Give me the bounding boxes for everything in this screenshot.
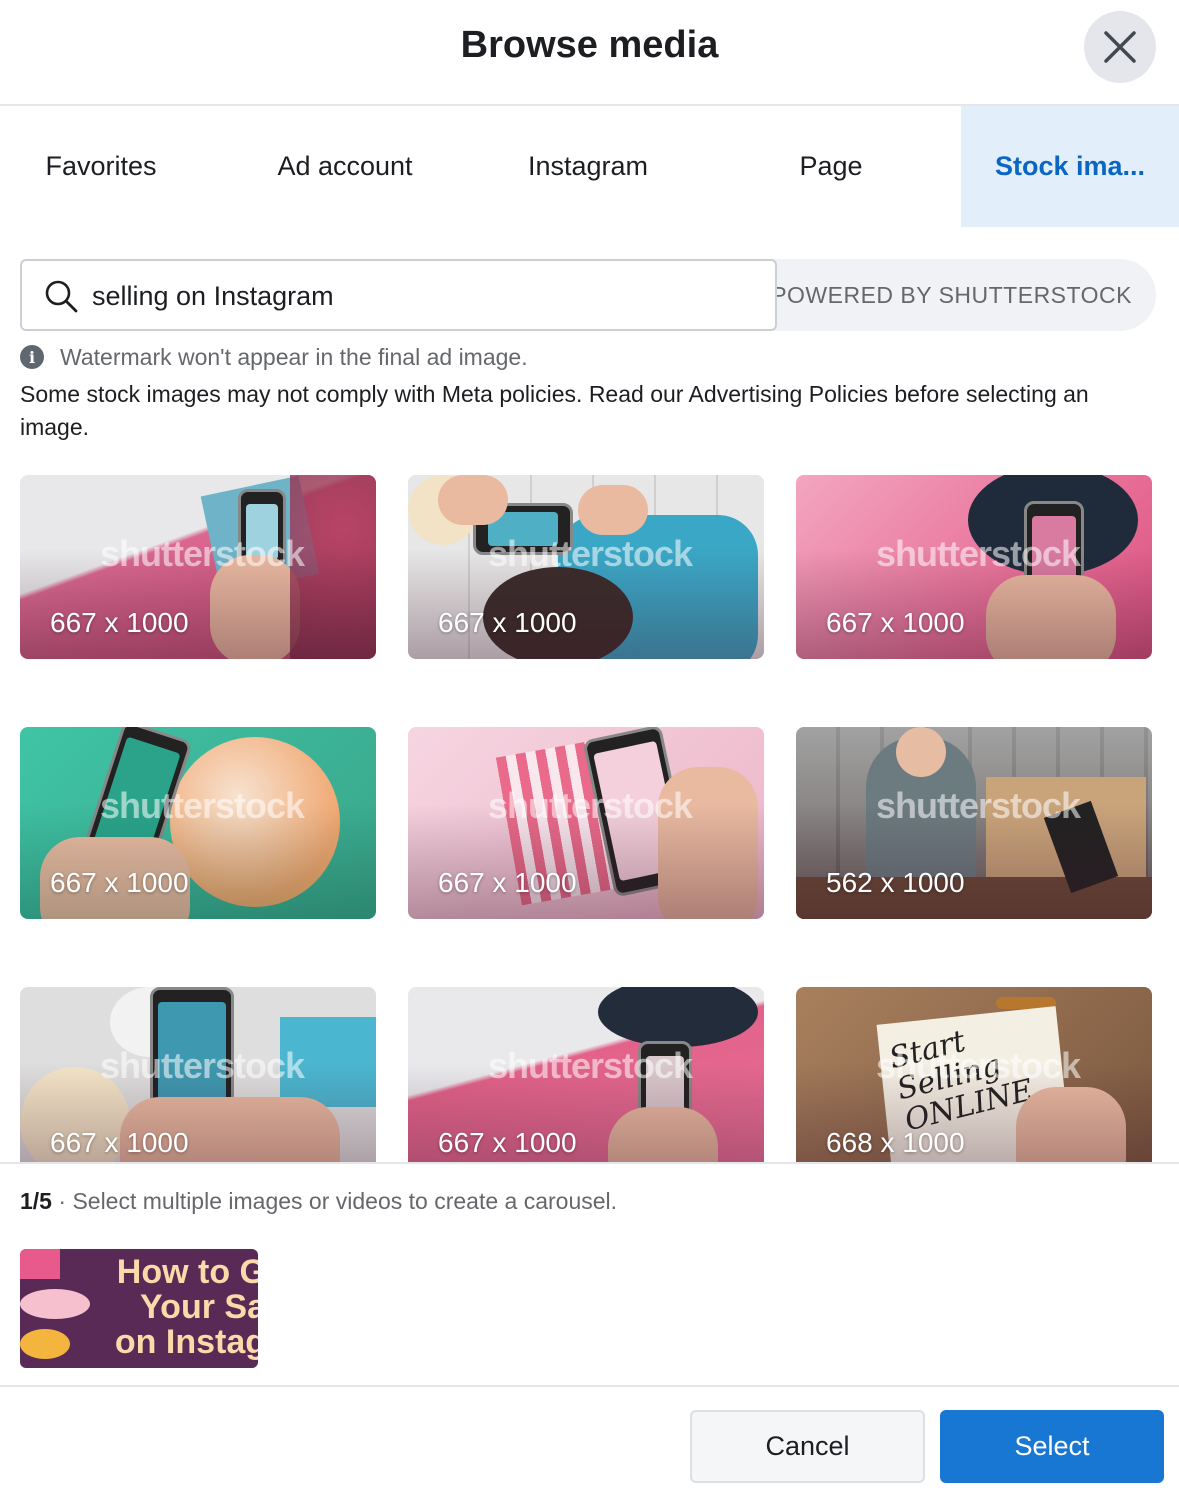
image-dimensions: 667 x 1000: [438, 1127, 577, 1158]
powered-by-shutterstock: POWERED BY SHUTTERSTOCK: [740, 259, 1156, 331]
media-source-tabs: Favorites Ad account Instagram Page Stoc…: [0, 106, 1179, 227]
stock-image-tile[interactable]: shutterstock 667 x 1000: [408, 727, 764, 919]
stock-image-tile[interactable]: shutterstock 667 x 1000: [796, 475, 1152, 659]
watermark-notice: i Watermark won't appear in the final ad…: [20, 342, 528, 372]
divider: [0, 1162, 1179, 1164]
stock-image-grid: shutterstock 667 x 1000 shutterstock 667…: [0, 464, 1179, 1162]
cancel-button[interactable]: Cancel: [690, 1410, 925, 1483]
stock-image-tile[interactable]: shutterstock 667 x 1000: [20, 987, 376, 1162]
stock-image-tile[interactable]: shutterstock 562 x 1000: [796, 727, 1152, 919]
dialog-header: Browse media: [0, 0, 1179, 106]
watermark-text: shutterstock: [876, 533, 1081, 574]
image-dimensions: 667 x 1000: [50, 867, 189, 898]
select-button[interactable]: Select: [940, 1410, 1164, 1483]
image-dimensions: 668 x 1000: [826, 1127, 965, 1158]
tab-ad-account[interactable]: Ad account: [245, 106, 445, 227]
close-icon: [1104, 31, 1136, 63]
selection-info: 1/5 · Select multiple images or videos t…: [20, 1188, 618, 1214]
info-icon: i: [20, 345, 44, 369]
watermark-text: shutterstock: [488, 785, 693, 826]
stock-image-tile[interactable]: shutterstock 667 x 1000: [20, 475, 376, 659]
dialog-title: Browse media: [460, 24, 719, 66]
search-icon: [45, 280, 78, 313]
watermark-notice-text: Watermark won't appear in the final ad i…: [60, 343, 528, 370]
tab-stock-images[interactable]: Stock ima...: [961, 106, 1179, 227]
image-dimensions: 667 x 1000: [826, 607, 965, 638]
stock-image-tile[interactable]: shutterstock 667 x 1000: [408, 475, 764, 659]
selection-count: 1/5: [20, 1188, 52, 1214]
tab-instagram[interactable]: Instagram: [488, 106, 688, 227]
image-dimensions: 667 x 1000: [438, 607, 577, 638]
watermark-text: shutterstock: [876, 785, 1081, 826]
watermark-text: shutterstock: [100, 785, 305, 826]
image-dimensions: 667 x 1000: [50, 607, 189, 638]
watermark-text: shutterstock: [488, 533, 693, 574]
search-input[interactable]: [92, 271, 752, 321]
divider: [0, 1385, 1179, 1387]
tab-favorites[interactable]: Favorites: [0, 106, 202, 227]
image-dimensions: 562 x 1000: [826, 867, 965, 898]
stock-image-tile[interactable]: shutterstock 667 x 1000: [408, 987, 764, 1162]
search-field[interactable]: [20, 259, 777, 331]
watermark-text: shutterstock: [100, 1045, 305, 1086]
watermark-text: shutterstock: [876, 1045, 1081, 1086]
image-dimensions: 667 x 1000: [50, 1127, 189, 1158]
stock-image-tile[interactable]: StartSellingONLINE shutterstock 668 x 10…: [796, 987, 1152, 1162]
image-dimensions: 667 x 1000: [438, 867, 577, 898]
policy-text: Some stock images may not comply with Me…: [20, 381, 1089, 440]
close-button[interactable]: [1084, 11, 1156, 83]
watermark-text: shutterstock: [100, 533, 305, 574]
selection-hint: Select multiple images or videos to crea…: [72, 1188, 618, 1214]
thumbnail-text: How to G Your Sa on Instag: [114, 1253, 258, 1361]
tab-page[interactable]: Page: [731, 106, 931, 227]
stock-image-tile[interactable]: shutterstock 667 x 1000: [20, 727, 376, 919]
watermark-text: shutterstock: [488, 1045, 693, 1086]
selected-media-thumbnail[interactable]: How to G Your Sa on Instag: [20, 1249, 258, 1368]
